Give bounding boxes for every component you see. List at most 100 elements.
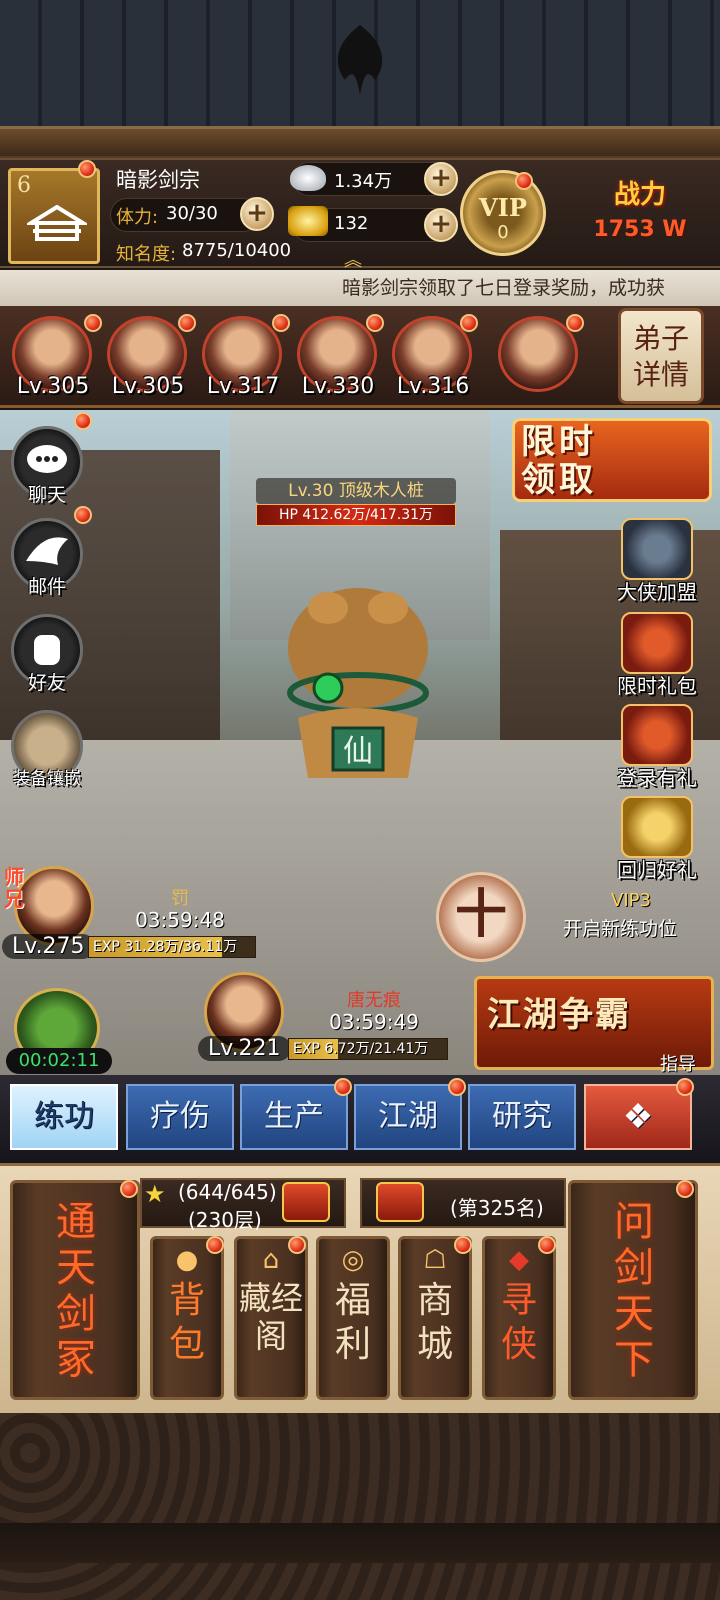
bag-label: 背包 <box>168 1280 205 1365</box>
mail-label: 邮件 <box>27 576 66 598</box>
gift-box-icon[interactable] <box>376 1182 424 1222</box>
hero-join-icon <box>621 518 693 580</box>
pavilion-button[interactable]: ⌂ 藏经阁 <box>234 1236 308 1400</box>
gem-inlay-button[interactable]: 装备镶嵌 <box>8 710 86 800</box>
senior-badge: 师兄 <box>4 865 24 911</box>
power-label: 战力 <box>613 180 666 210</box>
jianghu-event-label: 江湖争霸 <box>487 995 631 1035</box>
disciple-slot[interactable]: Lv.316 <box>388 316 474 402</box>
disciple-level: Lv.305 <box>111 374 185 399</box>
seek-hero-button[interactable]: ◆ 寻侠 <box>482 1236 556 1400</box>
target-title: Lv.30 顶级木人桩 <box>256 478 456 504</box>
shop-button[interactable]: ☖ 商城 <box>398 1236 472 1400</box>
gold-ingot-icon <box>288 206 328 236</box>
disciple-slot[interactable]: Lv.305 <box>103 316 189 402</box>
disciple-detail-button[interactable]: 弟子详情 <box>618 308 704 404</box>
gem-inlay-label: 装备镶嵌 <box>13 769 81 789</box>
gift-box-icon[interactable] <box>282 1182 330 1222</box>
roof-decoration <box>0 0 720 160</box>
limited-gift-label: 限时礼包 <box>617 674 697 698</box>
tower-progress: (644/645) <box>178 1180 277 1204</box>
training-timer: 03:59:48 <box>135 908 225 932</box>
seek-hero-notice-dot <box>538 1236 556 1254</box>
disciple-level: Lv.316 <box>396 374 470 399</box>
vip-level: 0 <box>497 222 509 243</box>
add-silver-button[interactable]: + <box>424 162 458 196</box>
tongtian-notice-dot <box>120 1180 138 1198</box>
login-gift-icon <box>621 704 693 766</box>
disciple-notice-dot <box>460 314 478 332</box>
bag-button[interactable]: ● 背包 <box>150 1236 224 1400</box>
pavilion-notice-dot <box>288 1236 306 1254</box>
disciple-slot[interactable]: Lv.317 <box>198 316 284 402</box>
chat-button[interactable]: 聊天 <box>8 426 86 516</box>
disciple-portrait <box>498 316 578 392</box>
trainee-name: 唐无痕 <box>347 990 401 1011</box>
add-stamina-button[interactable]: + <box>240 197 274 231</box>
gold-amount: 132 <box>334 213 369 234</box>
ask-sword-world-button[interactable]: 问剑天下 <box>568 1180 698 1400</box>
limited-claim-label: 限时领取 <box>521 422 597 500</box>
disciple-notice-dot <box>366 314 384 332</box>
disciple-slot[interactable]: Lv.330 <box>293 316 379 402</box>
disciple-notice-dot <box>272 314 290 332</box>
add-training-slot-button[interactable]: 十 <box>436 872 526 962</box>
tab-research[interactable]: 研究 <box>468 1084 576 1150</box>
golden-toad-dummy[interactable]: 仙 <box>278 578 438 778</box>
vip-badge[interactable]: VIP 0 <box>460 170 546 256</box>
hero-join-button[interactable]: 大侠加盟 <box>598 518 716 610</box>
welfare-button[interactable]: ◎ 福利 <box>316 1236 390 1400</box>
limited-claim-button[interactable]: 限时领取 <box>512 418 712 502</box>
news-ticker: 暗影剑宗领取了七日登录奖励，成功获 <box>0 270 720 306</box>
toad-seal-text: 仙 <box>343 734 373 769</box>
expand-header-chevron-icon[interactable]: ︽ <box>344 246 362 272</box>
trainee-level: Lv.221 <box>198 1036 291 1061</box>
coin-icon: ◎ <box>341 1245 365 1275</box>
mail-notice-dot <box>74 506 92 524</box>
limited-gift-button[interactable]: 限时礼包 <box>598 612 716 704</box>
sect-pavilion-icon <box>27 205 87 241</box>
friends-label: 好友 <box>27 672 66 694</box>
rank-text: (第325名) <box>450 1196 544 1220</box>
tongtian-label: 通天剑冢 <box>56 1199 96 1383</box>
tower-floor: (230层) <box>188 1208 262 1232</box>
disciple-level: Lv.317 <box>206 374 280 399</box>
friends-button[interactable]: 好友 <box>8 614 86 704</box>
silver-amount: 1.34万 <box>334 171 393 192</box>
tab-more-icon[interactable]: ❖ <box>584 1084 692 1150</box>
tongtian-sword-tomb-button[interactable]: 通天剑冢 <box>10 1180 140 1400</box>
chat-notice-dot <box>74 412 92 430</box>
disciple-notice-dot <box>566 314 584 332</box>
player-avatar[interactable]: 6 <box>8 168 100 264</box>
player-name: 暗影剑宗 <box>116 168 200 192</box>
training-timer: 03:59:49 <box>329 1010 419 1034</box>
disciple-slot[interactable] <box>494 316 580 402</box>
vip-notice-dot <box>515 172 533 190</box>
disciple-slot[interactable]: Lv.305 <box>8 316 94 402</box>
power-value: 1753 W <box>593 217 687 242</box>
tab-training[interactable]: 练功 <box>10 1084 118 1150</box>
guide-label[interactable]: 指导 <box>660 1050 696 1076</box>
disciple-level: Lv.330 <box>301 374 375 399</box>
stamina-value: 30/30 <box>166 203 218 224</box>
shop-label: 商城 <box>416 1280 453 1365</box>
return-gift-label: 回归好礼 <box>617 858 697 882</box>
disciple-notice-dot <box>178 314 196 332</box>
fame-value: 8775/10400 <box>182 240 292 261</box>
player-level: 6 <box>17 173 31 198</box>
add-gold-button[interactable]: + <box>424 208 458 242</box>
login-gift-button[interactable]: 登录有礼 <box>598 704 716 796</box>
vip3-label: VIP3 <box>611 890 651 911</box>
return-gift-icon <box>621 796 693 858</box>
tab-notice-dot <box>334 1078 352 1096</box>
tab-jianghu[interactable]: 江湖 <box>354 1084 462 1150</box>
tab-healing[interactable]: 疗伤 <box>126 1084 234 1150</box>
vip-label: VIP <box>479 193 527 222</box>
chat-label: 聊天 <box>27 484 66 506</box>
star-icon: ★ <box>144 1180 166 1208</box>
tab-production[interactable]: 生产 <box>240 1084 348 1150</box>
return-gift-button[interactable]: 回归好礼 <box>598 796 716 888</box>
mail-button[interactable]: 邮件 <box>8 518 86 608</box>
avatar-notice-dot <box>78 160 96 178</box>
welfare-label: 福利 <box>334 1280 371 1365</box>
